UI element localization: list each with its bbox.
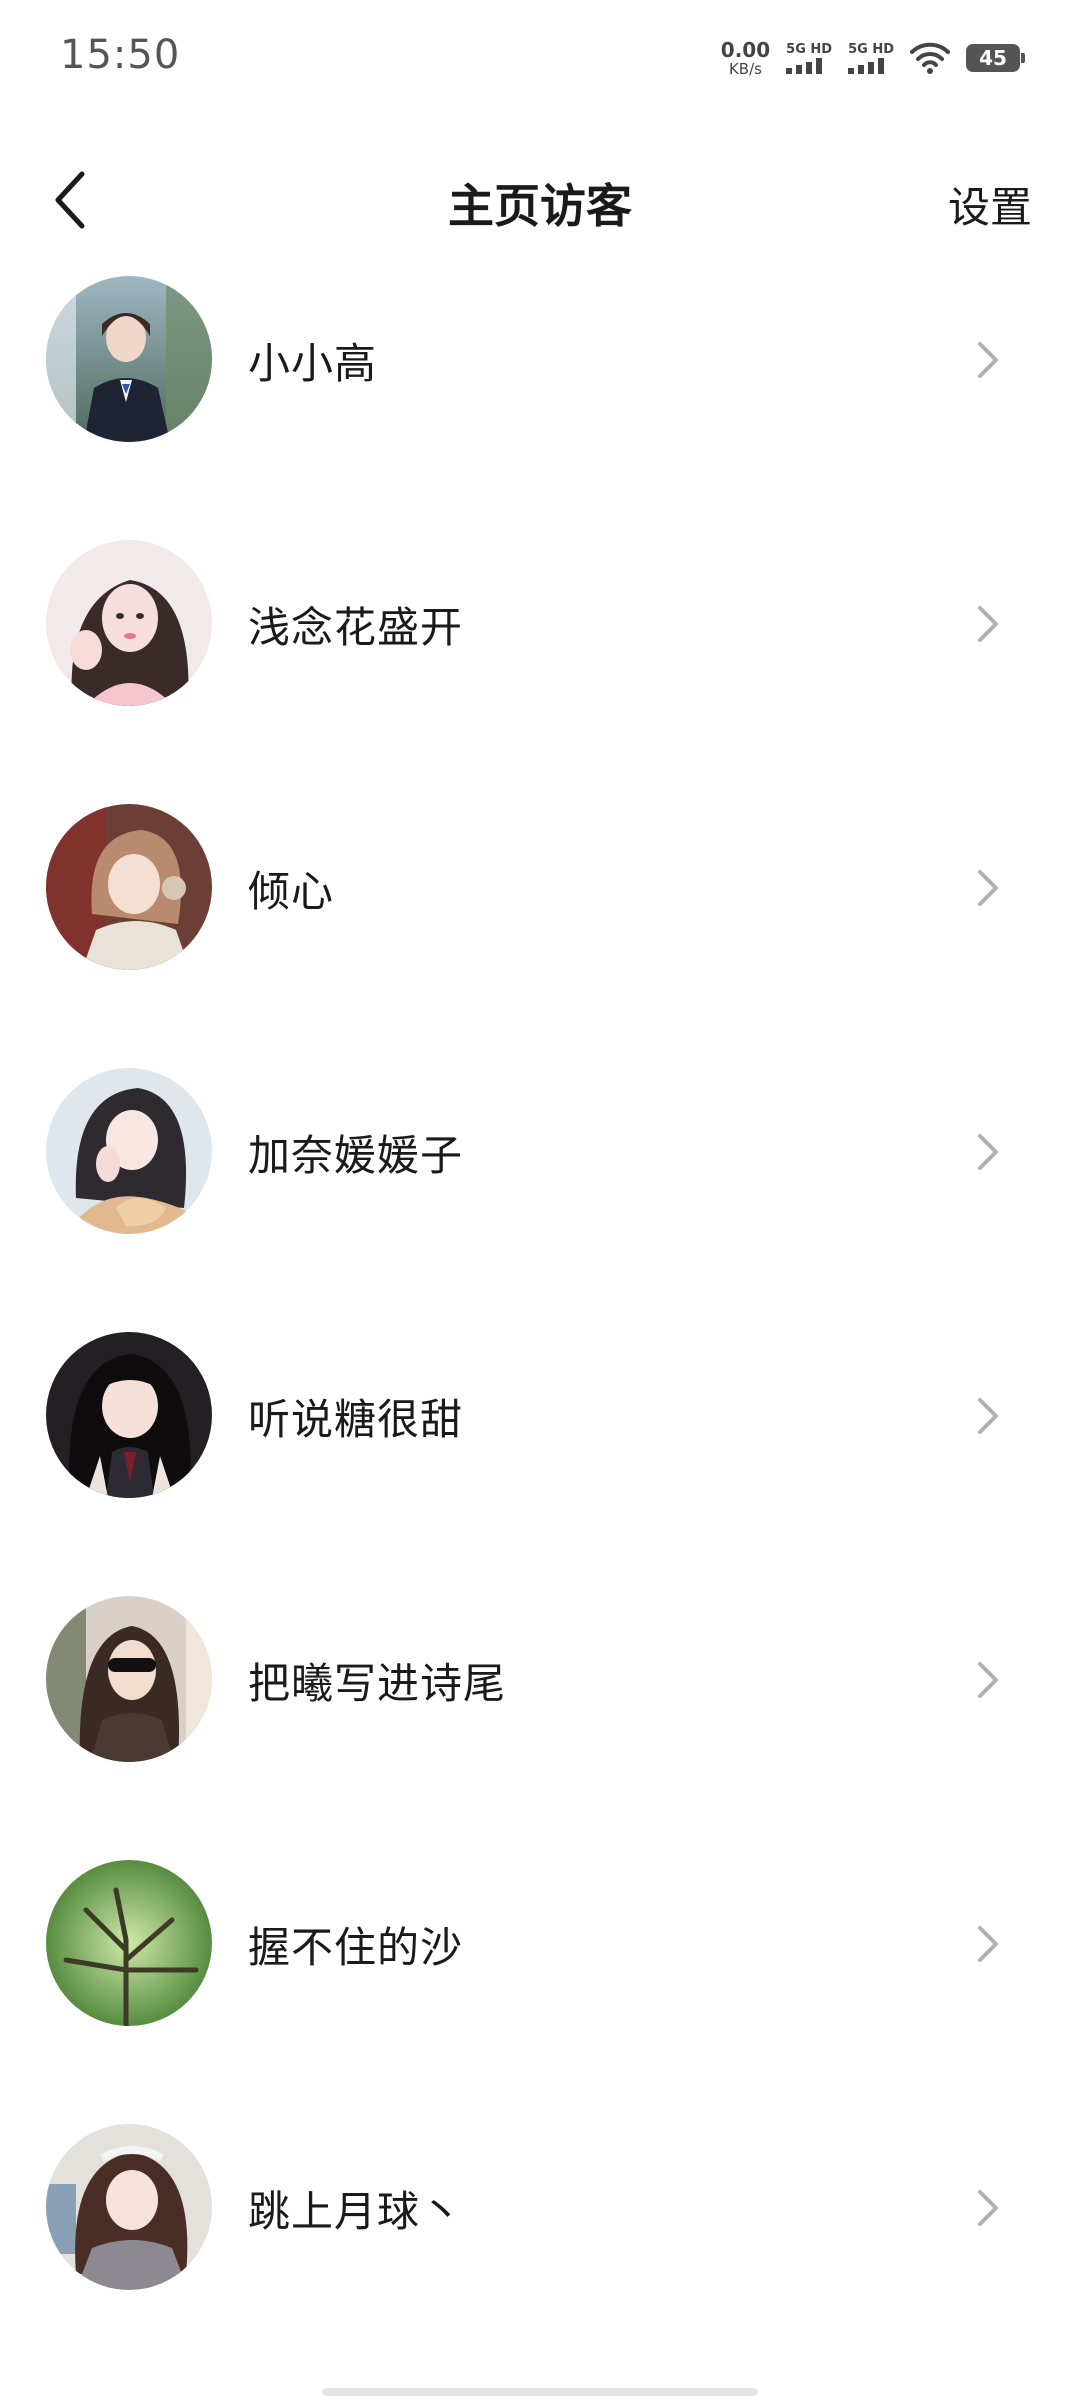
chevron-right-icon (968, 1124, 1008, 1180)
status-bar: 15:50 0.00 KB/s 5G HD 5G HD 45 (0, 0, 1080, 120)
page-title: 主页访客 (448, 179, 632, 233)
battery-level: 45 (979, 46, 1007, 70)
chevron-right-icon (968, 1652, 1008, 1708)
status-time: 15:50 (60, 32, 181, 78)
chevron-right-icon (968, 1388, 1008, 1444)
visitor-item[interactable]: 跳上月球丶 (0, 2112, 1080, 2376)
visitor-item[interactable]: 把曦写进诗尾 (0, 1584, 1080, 1848)
visitor-name: 小小高 (248, 339, 378, 388)
visitor-item[interactable]: 加奈媛媛子 (0, 1056, 1080, 1320)
sim1-label: 5G HD (786, 41, 833, 57)
chevron-right-icon (968, 2180, 1008, 2236)
visitor-name: 跳上月球丶 (248, 2187, 464, 2236)
wifi-icon (910, 42, 950, 74)
avatar[interactable] (46, 1332, 212, 1498)
visitor-list: 小小高 浅念花盛开 倾心 加奈媛媛子 听说糖很甜 把曦写进诗尾 握不住的沙 跳上… (0, 264, 1080, 2376)
avatar[interactable] (46, 1068, 212, 1234)
visitor-name: 浅念花盛开 (248, 603, 464, 652)
avatar[interactable] (46, 1860, 212, 2026)
status-icons: 0.00 KB/s 5G HD 5G HD 45 (721, 36, 1025, 80)
avatar[interactable] (46, 276, 212, 442)
avatar[interactable] (46, 540, 212, 706)
visitor-item[interactable]: 小小高 (0, 264, 1080, 528)
visitor-name: 把曦写进诗尾 (248, 1659, 507, 1708)
network-speed-value: 0.00 (720, 37, 771, 62)
sim2-signal-icon: 5G HD (848, 43, 894, 74)
chevron-right-icon (968, 596, 1008, 652)
nav-bar: 主页访客 设置 (0, 150, 1080, 250)
network-speed: 0.00 KB/s (721, 40, 770, 77)
chevron-right-icon (968, 332, 1008, 388)
home-indicator[interactable] (322, 2388, 758, 2396)
network-speed-unit: KB/s (728, 59, 762, 78)
visitor-name: 握不住的沙 (248, 1923, 464, 1972)
chevron-right-icon (968, 860, 1008, 916)
avatar[interactable] (46, 1596, 212, 1762)
sim2-label: 5G HD (848, 41, 894, 57)
settings-button[interactable]: 设置 (948, 174, 1032, 235)
visitor-item[interactable]: 浅念花盛开 (0, 528, 1080, 792)
chevron-right-icon (968, 1916, 1008, 1972)
visitors-screen: 15:50 0.00 KB/s 5G HD 5G HD 45 主页访客 设置 小… (0, 0, 1080, 2400)
sim1-signal-icon: 5G HD (786, 43, 832, 74)
visitor-name: 加奈媛媛子 (248, 1131, 464, 1180)
visitor-name: 倾心 (248, 867, 335, 916)
visitor-item[interactable]: 倾心 (0, 792, 1080, 1056)
visitor-name: 听说糖很甜 (248, 1395, 464, 1444)
avatar[interactable] (46, 804, 212, 970)
visitor-item[interactable]: 听说糖很甜 (0, 1320, 1080, 1584)
avatar[interactable] (46, 2124, 212, 2290)
visitor-item[interactable]: 握不住的沙 (0, 1848, 1080, 2112)
battery-icon: 45 (966, 44, 1025, 72)
